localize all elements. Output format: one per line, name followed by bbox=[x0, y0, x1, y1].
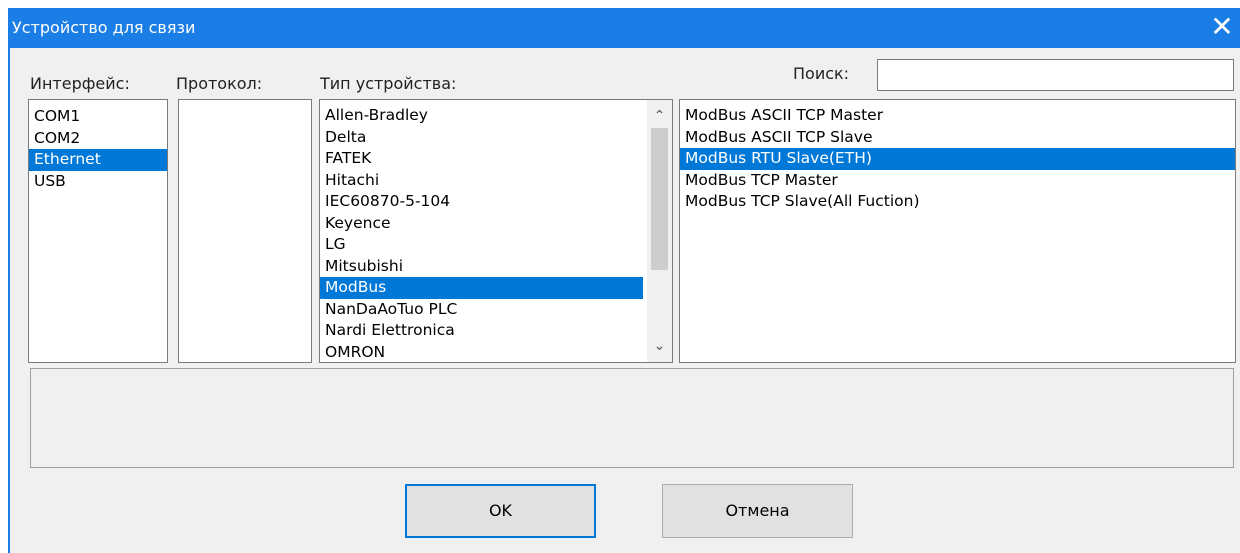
device-type-list[interactable]: Allen-Bradley Delta FATEK Hitachi IEC60870-5… bbox=[319, 99, 673, 363]
device-list-item[interactable]: OMRON bbox=[320, 342, 643, 363]
driver-list-item[interactable]: ModBus RTU Slave(ETH) bbox=[680, 148, 1235, 170]
interface-list-item[interactable]: USB bbox=[29, 171, 167, 193]
scroll-up-icon[interactable]: ⌃ bbox=[647, 106, 672, 126]
window-border bbox=[8, 48, 10, 553]
description-panel bbox=[30, 368, 1234, 468]
device-list-item[interactable]: LG bbox=[320, 234, 643, 256]
device-list-item[interactable]: Hitachi bbox=[320, 170, 643, 192]
device-list-item[interactable]: NanDaAoTuo PLC bbox=[320, 299, 643, 321]
interface-list-item[interactable]: COM1 bbox=[29, 106, 167, 128]
protocol-list[interactable] bbox=[178, 99, 312, 363]
driver-list-item[interactable]: ModBus TCP Master bbox=[680, 170, 1235, 192]
device-list-item[interactable]: Mitsubishi bbox=[320, 256, 643, 278]
ok-button[interactable]: OK bbox=[405, 484, 596, 538]
device-type-label: Тип устройства: bbox=[320, 74, 457, 93]
interface-list-item[interactable]: COM2 bbox=[29, 128, 167, 150]
title-bar: Устройство для связи ✕ bbox=[8, 8, 1240, 48]
driver-list[interactable]: ModBus ASCII TCP Master ModBus ASCII TCP … bbox=[679, 99, 1236, 363]
scroll-down-icon[interactable]: ⌄ bbox=[647, 336, 672, 356]
cancel-button[interactable]: Отмена bbox=[662, 484, 853, 538]
device-list-item[interactable]: Keyence bbox=[320, 213, 643, 235]
window-title: Устройство для связи bbox=[12, 18, 196, 37]
device-list-item[interactable]: ModBus bbox=[320, 277, 643, 299]
search-input[interactable] bbox=[877, 59, 1234, 91]
close-icon[interactable]: ✕ bbox=[1208, 12, 1236, 42]
driver-list-item[interactable]: ModBus ASCII TCP Slave bbox=[680, 127, 1235, 149]
interface-list-item[interactable]: Ethernet bbox=[29, 149, 167, 171]
protocol-label: Протокол: bbox=[176, 74, 263, 93]
device-list-item[interactable]: Allen-Bradley bbox=[320, 105, 643, 127]
device-list-item[interactable]: Nardi Elettronica bbox=[320, 320, 643, 342]
device-list-scrollbar[interactable]: ⌃ ⌄ bbox=[647, 100, 672, 362]
search-label: Поиск: bbox=[793, 64, 850, 83]
interface-list[interactable]: COM1 COM2 Ethernet USB bbox=[28, 99, 168, 363]
device-list-item[interactable]: IEC60870-5-104 bbox=[320, 191, 643, 213]
scrollbar-thumb[interactable] bbox=[651, 128, 668, 270]
left-edge bbox=[0, 8, 8, 553]
device-list-item[interactable]: FATEK bbox=[320, 148, 643, 170]
driver-list-item[interactable]: ModBus ASCII TCP Master bbox=[680, 105, 1235, 127]
device-list-item[interactable]: Delta bbox=[320, 127, 643, 149]
top-strip bbox=[0, 0, 1240, 8]
driver-list-item[interactable]: ModBus TCP Slave(All Fuction) bbox=[680, 191, 1235, 213]
interface-label: Интерфейс: bbox=[30, 74, 130, 93]
